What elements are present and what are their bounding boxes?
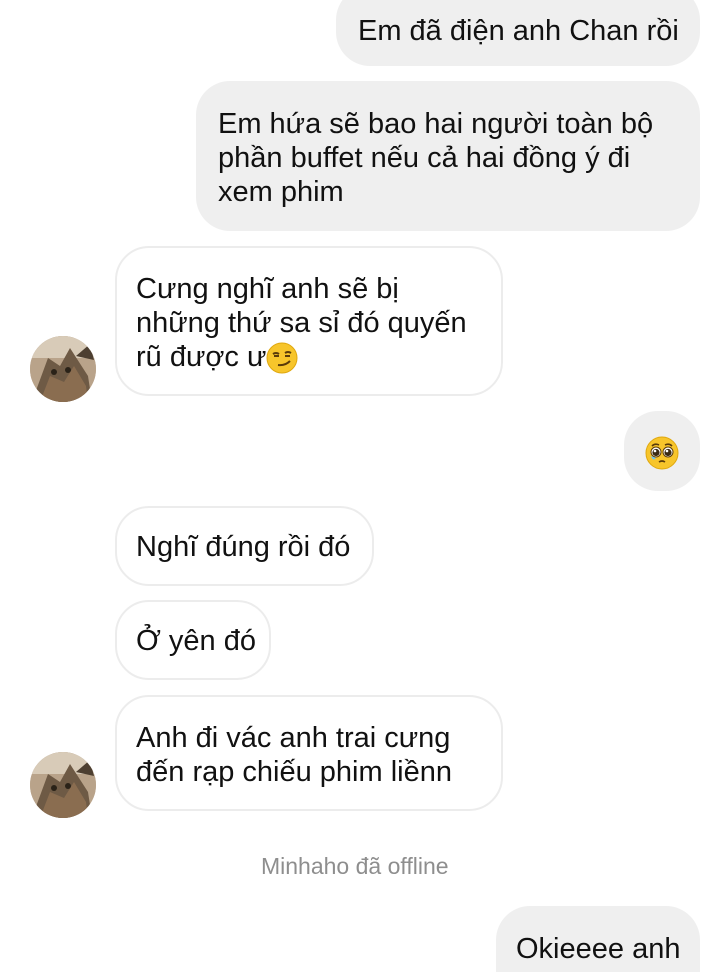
pleading-face-emoji-icon (645, 435, 679, 470)
message-line: rũ được ư (136, 341, 267, 373)
message-text: Ở yên đó (136, 625, 256, 657)
incoming-message-bubble[interactable]: Anh đi vác anh trai cưng đến rạp chiếu p… (115, 695, 503, 811)
incoming-message-bubble[interactable]: Ở yên đó (115, 600, 271, 680)
message-line: những thứ sa sỉ đó quyến (136, 307, 467, 339)
outgoing-message-bubble[interactable]: Okieeee anh (496, 906, 700, 972)
message-line: Cưng nghĩ anh sẽ bị (136, 273, 399, 305)
message-line: đến rạp chiếu phim liềnn (136, 756, 452, 788)
smirking-face-emoji-icon (266, 341, 298, 374)
chat-thread: Em đã điện anh Chan rồi Em hứa sẽ bao ha… (0, 0, 720, 972)
contact-avatar[interactable] (30, 336, 96, 402)
message-line: phần buffet nếu cả hai đồng ý đi (218, 142, 631, 174)
message-text: Em đã điện anh Chan rồi (358, 15, 679, 47)
message-text: Nghĩ đúng rồi đó (136, 531, 351, 563)
message-line: xem phim (218, 176, 344, 208)
incoming-message-bubble[interactable]: Nghĩ đúng rồi đó (115, 506, 374, 586)
contact-avatar[interactable] (30, 752, 96, 818)
incoming-message-bubble[interactable]: Cưng nghĩ anh sẽ bị những thứ sa sỉ đó q… (115, 246, 503, 396)
message-line: Anh đi vác anh trai cưng (136, 722, 451, 754)
offline-status-text: Minhaho đã offline (261, 853, 449, 879)
outgoing-message-bubble[interactable]: Em đã điện anh Chan rồi (336, 0, 700, 66)
outgoing-emoji-bubble[interactable] (624, 411, 700, 491)
message-line-with-emoji: rũ được ư (136, 340, 501, 374)
message-line: Em hứa sẽ bao hai người toàn bộ (218, 108, 654, 140)
outgoing-message-bubble[interactable]: Em hứa sẽ bao hai người toàn bộ phần buf… (196, 81, 700, 231)
message-text: Okieeee anh (516, 933, 681, 965)
